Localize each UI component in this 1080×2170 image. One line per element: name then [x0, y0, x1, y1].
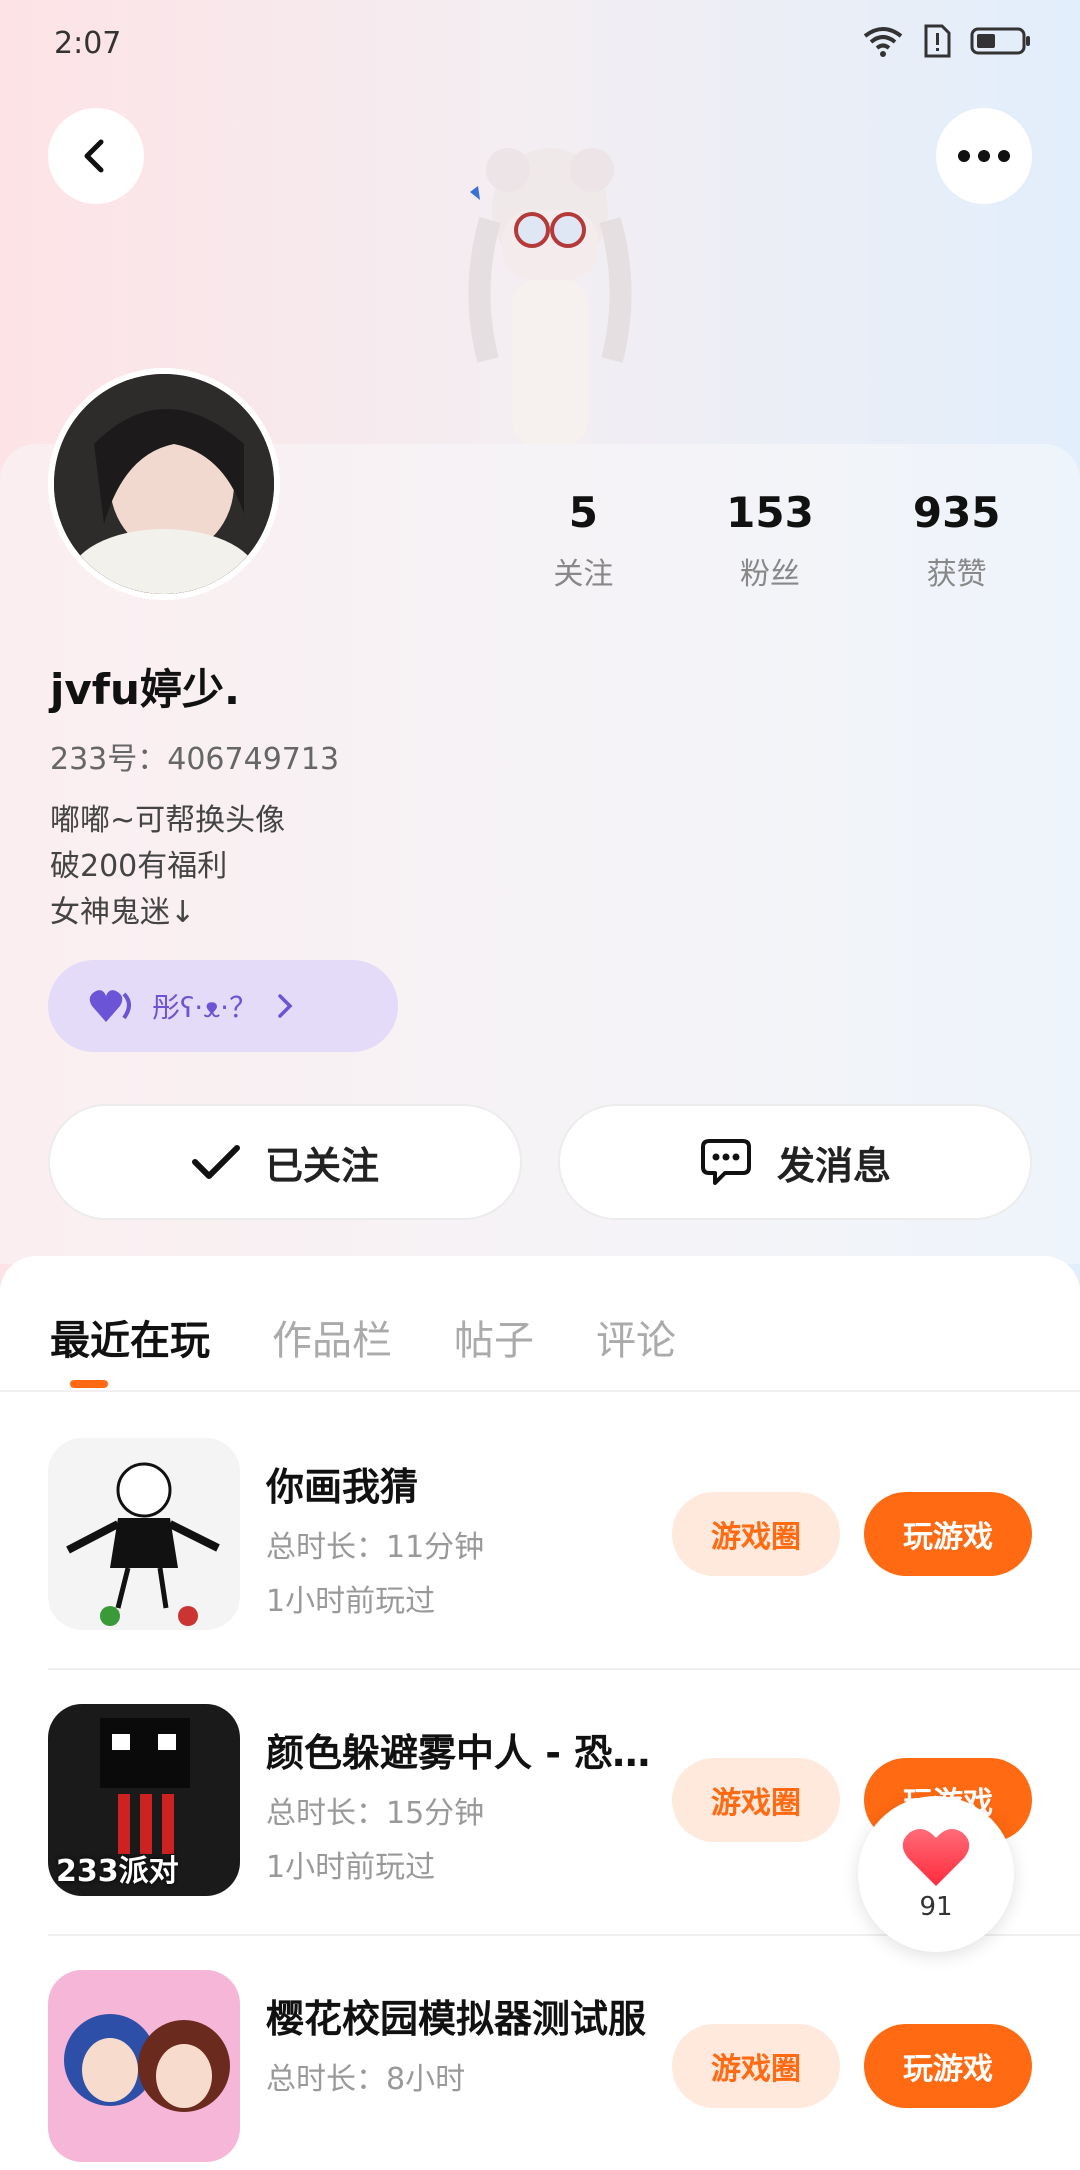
game-last-played: 1小时前玩过 — [266, 1850, 436, 1885]
tab-comments[interactable]: 评论 — [596, 1308, 676, 1366]
game-title: 颜色躲避雾中人 - 恐怖... — [266, 1731, 666, 1775]
fan-group-label: 彤ʕ·ᴥ·？ — [152, 991, 258, 1024]
game-duration: 总时长：15分钟 — [266, 1796, 485, 1831]
game-duration: 总时长：11分钟 — [266, 1530, 485, 1565]
game-icon-badge: 233派对 — [56, 1854, 179, 1889]
chevron-left-icon — [84, 139, 104, 173]
back-button[interactable] — [48, 108, 144, 204]
tabs-divider — [0, 1390, 1080, 1392]
stat-number: 153 — [726, 488, 814, 537]
wifi-icon — [863, 27, 903, 57]
avatar[interactable] — [48, 368, 280, 600]
more-icon — [958, 150, 1010, 162]
tab-posts[interactable]: 帖子 — [454, 1308, 534, 1366]
game-icon[interactable]: 233派对 — [48, 1704, 240, 1896]
stat-label: 关注 — [553, 557, 614, 592]
drawing-game-art — [48, 1438, 240, 1630]
game-circle-button[interactable]: 游戏圈 — [672, 1758, 840, 1842]
game-title: 你画我猜 — [266, 1465, 419, 1509]
bio-line: 破200有福利 — [50, 849, 228, 884]
avatar-3d-figure — [468, 148, 632, 446]
tab-recently-played[interactable]: 最近在玩 — [50, 1308, 210, 1366]
stat-label: 粉丝 — [740, 557, 800, 592]
user-id: 233号：406749713 — [50, 742, 340, 777]
stat-likes[interactable]: 935 获赞 — [863, 488, 1050, 593]
game-duration: 总时长：8小时 — [266, 2062, 466, 2097]
game-last-played: 1小时前玩过 — [266, 1584, 436, 1619]
chat-icon — [700, 1139, 751, 1185]
bio-line: 嘟嘟~可帮换头像 — [50, 803, 286, 838]
tab-indicator — [70, 1380, 108, 1388]
fan-group-pill[interactable]: 彤ʕ·ᴥ·？ — [48, 960, 398, 1052]
following-label: 已关注 — [264, 1143, 379, 1188]
user-bio: 嘟嘟~可帮换头像 破200有福利 女神鬼迷↓ — [50, 798, 285, 936]
following-button[interactable]: 已关注 — [48, 1104, 522, 1220]
battery-icon — [970, 27, 1030, 55]
game-row[interactable]: 你画我猜 总时长：11分钟 1小时前玩过 游戏圈 玩游戏 — [48, 1438, 1080, 1638]
chevron-right-icon — [278, 994, 293, 1018]
stat-followers[interactable]: 153 粉丝 — [677, 488, 864, 593]
stat-number: 935 — [912, 488, 1001, 537]
game-title: 樱花校园模拟器测试服 — [266, 1997, 647, 2041]
heart-icon — [89, 990, 131, 1022]
avatar-photo — [54, 374, 274, 594]
profile-tabs: 最近在玩 作品栏 帖子 评论 — [50, 1308, 676, 1366]
game-row[interactable]: 樱花校园模拟器测试服 总时长：8小时 游戏圈 玩游戏 — [48, 1970, 1080, 2170]
user-name: jvfu婷少. — [50, 665, 240, 714]
game-icon[interactable] — [48, 1970, 240, 2162]
profile-stats: 5 关注 153 粉丝 935 获赞 — [490, 488, 1050, 593]
school-game-art — [48, 1970, 240, 2162]
content-panel: 最近在玩 作品栏 帖子 评论 你画我猜 总时长：11分钟 1小时前玩过 游戏圈 … — [0, 1256, 1080, 2162]
stat-label: 获赞 — [926, 557, 987, 592]
message-button[interactable]: 发消息 — [558, 1104, 1032, 1220]
check-icon — [191, 1145, 240, 1179]
status-bar: 2:07 — [0, 0, 1080, 90]
bio-line: 女神鬼迷↓ — [50, 895, 196, 930]
like-float-button[interactable]: 91 — [858, 1796, 1014, 1952]
game-icon[interactable] — [48, 1438, 240, 1630]
message-label: 发消息 — [776, 1143, 891, 1188]
stat-following[interactable]: 5 关注 — [490, 488, 677, 593]
stat-number: 5 — [568, 488, 598, 537]
play-game-button[interactable]: 玩游戏 — [864, 2024, 1032, 2108]
more-button[interactable] — [936, 108, 1032, 204]
game-circle-button[interactable]: 游戏圈 — [672, 1492, 840, 1576]
like-count: 91 — [919, 1892, 953, 1922]
tab-works[interactable]: 作品栏 — [272, 1308, 392, 1366]
status-time: 2:07 — [54, 26, 122, 61]
row-divider — [48, 1668, 1080, 1670]
play-game-button[interactable]: 玩游戏 — [864, 1492, 1032, 1576]
heart-icon — [902, 1829, 970, 1886]
game-circle-button[interactable]: 游戏圈 — [672, 2024, 840, 2108]
sim-alert-icon — [924, 24, 951, 58]
